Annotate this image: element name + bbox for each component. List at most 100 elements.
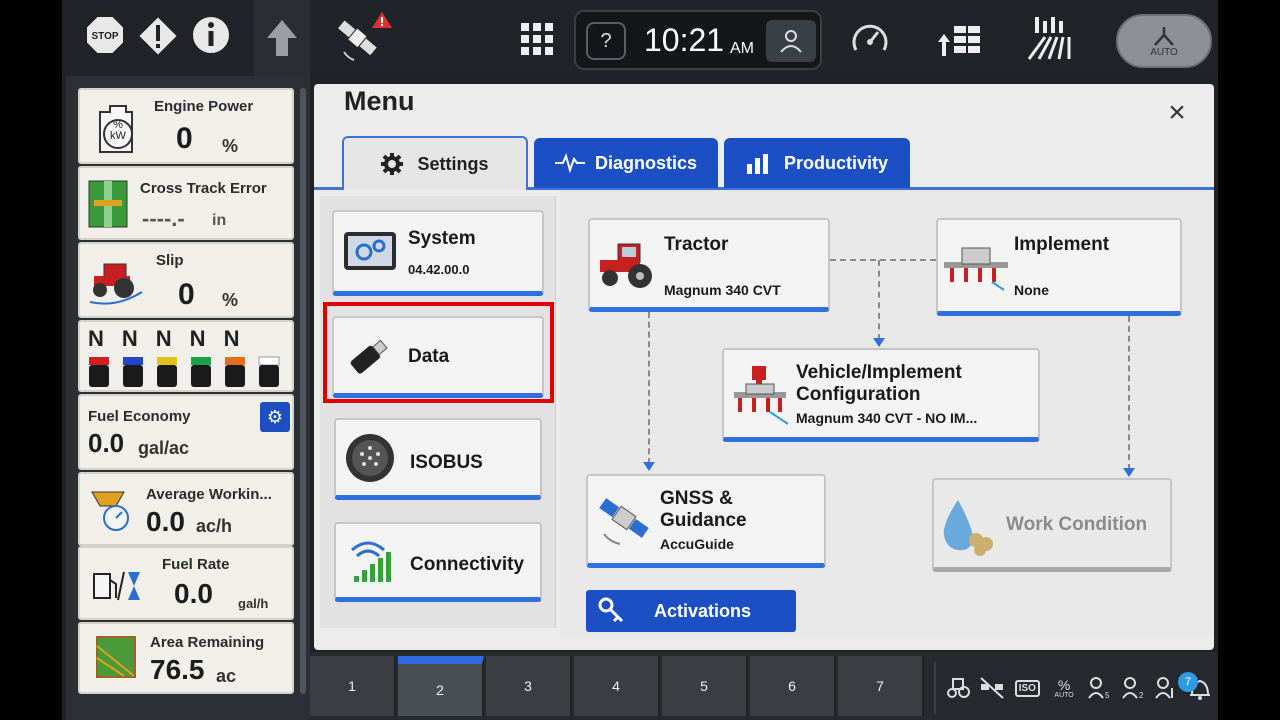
area-remaining-unit: ac	[216, 666, 237, 686]
engine-power-tile[interactable]: % kW Engine Power 0 %	[78, 88, 294, 164]
avg-working-unit: ac/h	[196, 516, 233, 536]
tractor-model: Magnum 340 CVT	[664, 282, 781, 298]
implement-icon	[942, 238, 1010, 297]
productivity-chart-icon	[746, 154, 768, 174]
gnss-guidance-card[interactable]: GNSS & Guidance AccuGuide	[586, 474, 826, 568]
implement-card-label: Implement	[1014, 234, 1110, 255]
fuel-rate-icon	[92, 568, 142, 609]
avg-working-tile[interactable]: Average Workin... 0.0 ac/h	[78, 472, 294, 546]
slip-tile[interactable]: Slip 0 %	[78, 242, 294, 318]
gear-label: N	[121, 326, 138, 351]
tab-productivity-label: Productivity	[783, 152, 889, 173]
cross-track-tile[interactable]: Cross Track Error ----.- in	[78, 166, 294, 240]
rows-icon[interactable]	[936, 18, 986, 62]
left-panel-scrollbar[interactable]	[300, 88, 306, 694]
connector-line	[1128, 316, 1130, 470]
cross-track-value: ----.-	[142, 206, 185, 231]
clock-time: 10:21	[644, 22, 725, 58]
remote-valve-icon	[258, 356, 280, 387]
engine-power-title: Engine Power	[154, 98, 254, 115]
gear-labels: N N N N N	[88, 326, 239, 352]
fuel-economy-unit: gal/ac	[138, 438, 190, 458]
cross-track-icon	[88, 180, 128, 233]
close-icon[interactable]: ×	[1160, 96, 1194, 130]
auto-label: AUTO	[1150, 46, 1178, 58]
engine-power-unit: %	[222, 136, 239, 156]
heartbeat-icon	[554, 153, 585, 173]
vehicle-config-card[interactable]: Vehicle/Implement Configuration Magnum 3…	[722, 348, 1040, 442]
operator-3-icon[interactable]	[1152, 674, 1180, 702]
warning-icon[interactable]	[136, 14, 180, 58]
slip-unit: %	[222, 290, 239, 310]
category-isobus[interactable]: ISOBUS	[334, 418, 542, 500]
gear-label: N	[88, 326, 104, 351]
category-connectivity[interactable]: Connectivity	[334, 522, 542, 602]
menu-title: Menu	[344, 86, 415, 116]
slip-title: Slip	[156, 252, 184, 269]
remote-valve-icon	[123, 357, 143, 387]
tractor-card[interactable]: Tractor Magnum 340 CVT	[588, 218, 830, 312]
tractor-status-icon[interactable]	[944, 674, 972, 702]
operator-icon[interactable]: 5	[1085, 674, 1113, 702]
gps-satellite-warning-icon[interactable]	[330, 8, 394, 64]
key-icon	[598, 597, 624, 623]
fuel-economy-settings-icon[interactable]: ⚙	[260, 402, 290, 432]
user-icon[interactable]	[766, 20, 816, 62]
auto-percent-icon[interactable]: % AUTO	[1049, 674, 1079, 702]
category-system[interactable]: System 04.42.00.0	[332, 210, 544, 296]
auto-steer-icon	[1154, 26, 1174, 46]
page-tab-1[interactable]: 1	[310, 656, 396, 716]
page-tab-2[interactable]: 2	[398, 656, 484, 716]
connector-line	[878, 260, 880, 340]
activations-label: Activations	[654, 600, 752, 621]
satellite-off-icon[interactable]	[978, 674, 1006, 702]
up-arrow-button[interactable]	[254, 0, 310, 76]
isobus-status-icon[interactable]: ISO	[1012, 674, 1044, 702]
connector-line	[648, 312, 650, 464]
cross-track-unit: in	[212, 212, 227, 229]
clock-panel: ? 10:21 AM	[574, 10, 822, 70]
work-condition-card[interactable]: Work Condition	[932, 478, 1172, 572]
field-icon[interactable]	[1026, 14, 1078, 62]
vehicle-implement-icon	[730, 364, 790, 433]
stop-icon[interactable]: STOP	[84, 14, 126, 56]
tractor-slip-icon	[86, 258, 146, 311]
operator-2-icon[interactable]: 2	[1119, 674, 1147, 702]
iso-label: ISO	[1014, 679, 1040, 697]
page-tab-5[interactable]: 5	[662, 656, 748, 716]
gnss-value: AccuGuide	[660, 536, 734, 552]
system-gears-icon	[342, 228, 398, 279]
tab-diagnostics[interactable]: Diagnostics	[534, 138, 718, 188]
area-remaining-tile[interactable]: Area Remaining 76.5 ac	[78, 622, 294, 694]
speedometer-icon[interactable]	[848, 18, 892, 62]
help-icon[interactable]: ?	[586, 22, 626, 60]
page-tab-7[interactable]: 7	[838, 656, 924, 716]
apps-grid-icon[interactable]	[518, 20, 556, 58]
tab-settings[interactable]: Settings	[342, 136, 528, 190]
page-tab-3[interactable]: 3	[486, 656, 572, 716]
tractor-card-label: Tractor	[664, 234, 729, 255]
info-icon[interactable]	[190, 14, 232, 56]
gnss-label-line2: Guidance	[660, 510, 747, 531]
fuel-rate-unit: gal/h	[238, 596, 269, 611]
area-remaining-value: 76.5	[150, 654, 205, 685]
clock-ampm: AM	[730, 40, 754, 57]
connector-arrow	[643, 462, 655, 471]
page-tab-4[interactable]: 4	[574, 656, 660, 716]
page-tab-6[interactable]: 6	[750, 656, 836, 716]
auto-steer-button[interactable]: AUTO	[1116, 14, 1212, 68]
fuel-economy-tile[interactable]: Fuel Economy ⚙ 0.0 gal/ac	[78, 394, 294, 470]
work-condition-label: Work Condition	[1006, 514, 1148, 535]
gear-status-tile[interactable]: N N N N N	[78, 320, 294, 392]
activations-button[interactable]: Activations	[586, 590, 796, 632]
remote-valve-icons	[88, 356, 280, 388]
vehicle-config-label-line1: Vehicle/Implement	[796, 362, 962, 383]
system-version: 04.42.00.0	[408, 262, 470, 277]
notification-count-badge: 7	[1178, 672, 1198, 692]
fuel-rate-value: 0.0	[174, 578, 213, 609]
fuel-rate-tile[interactable]: Fuel Rate 0.0 gal/h	[78, 546, 294, 620]
engine-power-value: 0	[176, 122, 193, 155]
implement-card[interactable]: Implement None	[936, 218, 1182, 316]
remote-valve-icon	[191, 357, 211, 387]
tab-productivity[interactable]: Productivity	[724, 138, 910, 188]
